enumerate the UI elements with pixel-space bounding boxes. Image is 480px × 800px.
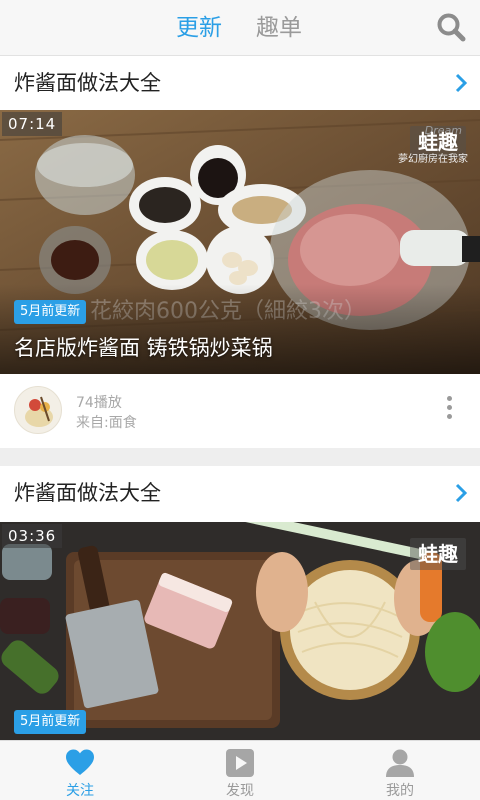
bottom-nav: 关注 发现 我的 [0, 740, 480, 800]
section-title: 炸酱面做法大全 [14, 71, 161, 95]
update-badge: 5月前更新 [14, 300, 87, 324]
video-thumbnail[interactable]: 03:36 蛙趣 5月前更新 [0, 522, 480, 740]
video-source: 来自:面食 [76, 415, 137, 431]
play-count: 74播放 [76, 395, 122, 411]
chevron-right-icon [455, 73, 468, 93]
update-badge: 5月前更新 [14, 710, 87, 734]
channel-avatar[interactable] [14, 386, 62, 434]
watermark-subtext: 夢幻廚房在我家 [398, 154, 468, 165]
more-options-icon[interactable] [444, 396, 454, 426]
nav-discover[interactable]: 发现 [160, 741, 320, 800]
person-icon [386, 749, 414, 777]
video-meta: 74播放 来自:面食 [0, 374, 480, 448]
video-duration: 07:14 [2, 112, 63, 136]
nav-label: 发现 [226, 783, 254, 799]
nav-profile[interactable]: 我的 [320, 741, 480, 800]
watermark-logo: 蛙趣 [410, 538, 466, 570]
nav-label: 关注 [66, 783, 94, 799]
nav-follow[interactable]: 关注 [0, 741, 160, 800]
top-bar: 更新 趣单 [0, 0, 480, 56]
section-title: 炸酱面做法大全 [14, 481, 161, 505]
video-duration: 03:36 [2, 524, 63, 548]
section-header[interactable]: 炸酱面做法大全 [0, 56, 480, 110]
search-icon[interactable] [436, 12, 466, 42]
video-thumbnail[interactable]: 花絞肉600公克（細絞3次） 07:14 Dream 蛙趣 夢幻廚房在我家 5月… [0, 110, 480, 374]
nav-label: 我的 [386, 783, 414, 799]
section-header[interactable]: 炸酱面做法大全 [0, 466, 480, 520]
chevron-right-icon [455, 483, 468, 503]
feed-card: 炸酱面做法大全 [0, 56, 480, 448]
feed-card: 炸酱面做法大全 [0, 466, 480, 740]
app-screen: 更新 趣单 炸酱面做法大全 07:14 Dream 蛙趣 夢幻廚房在我家 5月前… [0, 0, 480, 800]
video-title: 名店版炸酱面 铸铁锅炒菜锅 [14, 336, 273, 360]
tab-playlists[interactable]: 趣单 [256, 10, 302, 46]
tab-updates[interactable]: 更新 [176, 10, 222, 46]
play-icon [226, 749, 254, 777]
heart-icon [66, 749, 94, 775]
thumbnail-image [0, 522, 480, 740]
